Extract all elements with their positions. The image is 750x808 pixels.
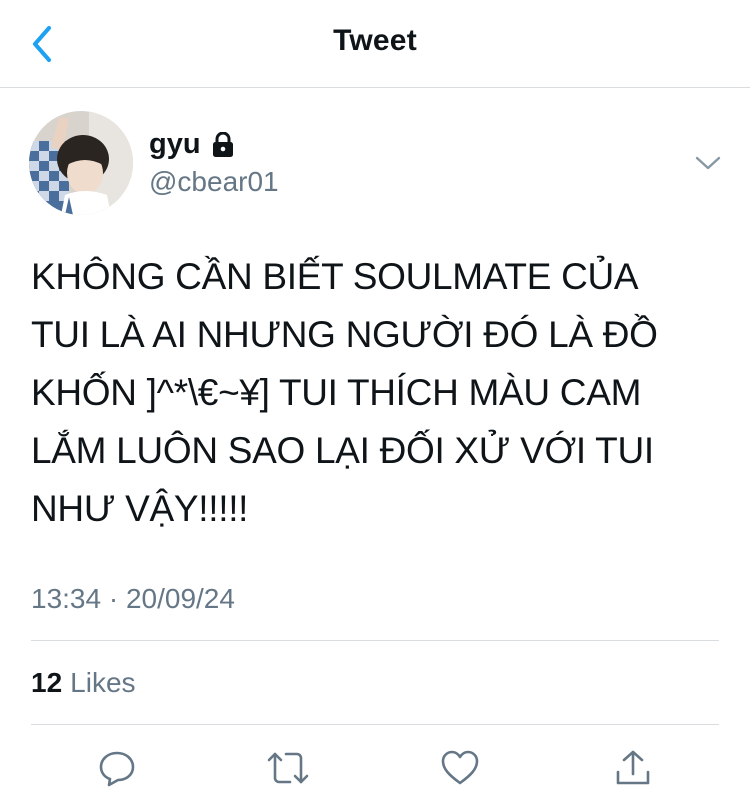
lock-icon [211,131,235,158]
likes-label: Likes [70,667,136,698]
share-icon [616,750,650,785]
likes-stat[interactable]: 12 Likes [31,667,136,699]
chevron-down-icon [695,156,721,170]
tweet-line: LẮM LUÔN SAO LẠI ĐỐI XỬ VỚI TUI [31,430,654,471]
retweet-icon [267,752,309,784]
reply-icon [99,751,135,787]
retweet-button[interactable] [266,746,310,790]
page-title: Tweet [333,24,417,57]
tweet-line: KHỐN ]^*\€~¥] TUI THÍCH MÀU CAM [31,372,642,413]
top-bar: Tweet [0,0,750,88]
heart-icon [441,750,479,785]
divider [31,724,719,725]
reply-button[interactable] [95,746,139,790]
tweet-line: KHÔNG CẦN BIẾT SOULMATE CỦA [31,256,639,297]
tweet-actions-bar [0,740,750,796]
author-name[interactable]: gyu [149,128,201,161]
like-button[interactable] [438,746,482,790]
tweet-timestamp: 13:34 · 20/09/24 [31,583,235,614]
tweet-line: NHƯ VẬY!!!!! [31,488,249,529]
divider [31,640,719,641]
tweet-line: TUI LÀ AI NHƯNG NGƯỜI ĐÓ LÀ ĐỒ [31,314,658,355]
likes-count: 12 [31,667,63,698]
tweet-menu-button[interactable] [693,150,723,176]
share-button[interactable] [611,746,655,790]
author-name-row: gyu [149,128,235,161]
tweet-text: KHÔNG CẦN BIẾT SOULMATE CỦA TUI LÀ AI NH… [31,248,731,538]
author-handle[interactable]: @cbear01 [149,166,279,198]
avatar[interactable] [29,111,133,215]
